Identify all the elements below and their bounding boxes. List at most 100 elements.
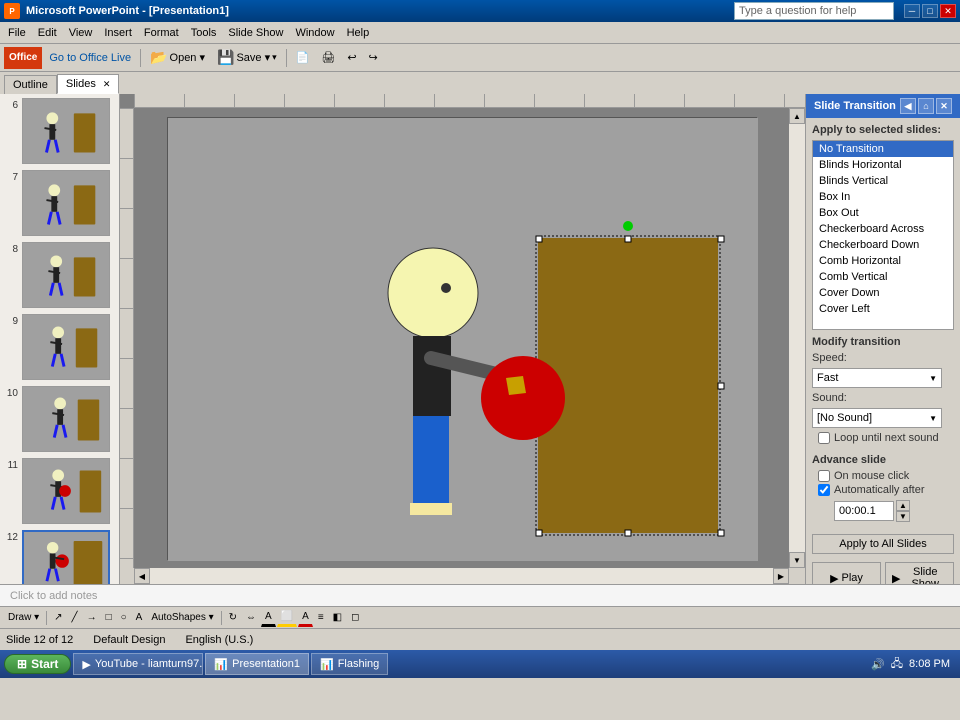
systray: 🔊 🖧 8:08 PM [865, 655, 956, 674]
scroll-up-button[interactable]: ▲ [789, 108, 805, 124]
shadow-icon[interactable]: ◧ [329, 609, 346, 627]
slide-thumb-12[interactable]: 12 [4, 530, 115, 584]
sound-value: [No Sound] [817, 412, 872, 424]
menu-edit[interactable]: Edit [32, 25, 63, 41]
transition-blinds-h[interactable]: Blinds Horizontal [813, 157, 953, 173]
transition-cover-down[interactable]: Cover Down [813, 285, 953, 301]
transition-box-out[interactable]: Box Out [813, 205, 953, 221]
advance-section: Advance slide On mouse click Automatical… [806, 450, 960, 530]
time-input[interactable]: 00:00.1 [834, 501, 894, 521]
tab-slides-label: Slides [66, 78, 96, 90]
vertical-scrollbar[interactable]: ▲ ▼ [789, 108, 805, 568]
volume-icon[interactable]: 🔊 [871, 658, 885, 671]
scroll-track-h[interactable] [150, 568, 773, 584]
youtube-icon: ▶ [82, 658, 90, 671]
scroll-left-button[interactable]: ◀ [134, 568, 150, 584]
arrow-icon[interactable]: ↗ [50, 609, 66, 627]
menu-slideshow[interactable]: Slide Show [222, 25, 289, 41]
apply-label: Apply to selected slides: [806, 118, 960, 138]
time-down-button[interactable]: ▼ [896, 511, 910, 522]
tab-close-icon[interactable]: ✕ [103, 79, 111, 89]
redo-button[interactable]: ↪ [364, 47, 383, 69]
slideshow-button[interactable]: ▶ Slide Show [885, 562, 954, 584]
new-button[interactable]: 📄 [291, 47, 315, 69]
flip-h-icon[interactable]: ⇔ [242, 609, 260, 627]
menu-window[interactable]: Window [289, 25, 340, 41]
auto-after-checkbox[interactable] [818, 484, 830, 496]
3d-icon[interactable]: ◻ [347, 609, 363, 627]
font-color-icon[interactable]: A [298, 609, 313, 627]
slide-panel: 6 7 [0, 94, 120, 584]
slide-info: Slide 12 of 12 [6, 634, 73, 646]
restore-button[interactable]: □ [922, 4, 938, 18]
transition-box-in[interactable]: Box In [813, 189, 953, 205]
minimize-button[interactable]: ─ [904, 4, 920, 18]
menu-help[interactable]: Help [341, 25, 376, 41]
scroll-track-v[interactable] [789, 124, 805, 552]
slide-thumb-8[interactable]: 8 [4, 242, 115, 308]
line-tool[interactable]: ╱ [68, 609, 82, 627]
speed-dropdown[interactable]: Fast ▼ [812, 368, 942, 388]
menu-view[interactable]: View [63, 25, 99, 41]
transition-checkerboard-down[interactable]: Checkerboard Down [813, 237, 953, 253]
close-button[interactable]: ✕ [940, 4, 956, 18]
print-button[interactable]: 🖨 [316, 47, 340, 69]
taskbar-youtube[interactable]: ▶ YouTube - liamturn97... [73, 653, 203, 675]
tab-slides[interactable]: Slides ✕ [57, 74, 120, 94]
rect-tool[interactable]: □ [102, 609, 116, 627]
textbox-tool[interactable]: A [132, 609, 147, 627]
transition-list[interactable]: No Transition Blinds Horizontal Blinds V… [812, 140, 954, 330]
transition-checkerboard-across[interactable]: Checkerboard Across [813, 221, 953, 237]
slide-thumb-6[interactable]: 6 [4, 98, 115, 164]
canvas-row: ▲ ▼ [120, 108, 805, 568]
loop-checkbox[interactable] [818, 432, 830, 444]
menu-insert[interactable]: Insert [98, 25, 138, 41]
menu-file[interactable]: File [2, 25, 32, 41]
autoshapes-button[interactable]: AutoShapes ▾ [147, 609, 217, 627]
menu-format[interactable]: Format [138, 25, 185, 41]
flashing-label: Flashing [338, 658, 380, 670]
slide-thumb-11[interactable]: 11 [4, 458, 115, 524]
transition-cover-left[interactable]: Cover Left [813, 301, 953, 317]
undo-button[interactable]: ↩ [342, 47, 361, 69]
scroll-right-button[interactable]: ▶ [773, 568, 789, 584]
office-live-button[interactable]: Go to Office Live [44, 47, 136, 69]
transition-blinds-v[interactable]: Blinds Vertical [813, 173, 953, 189]
fill-color-icon[interactable]: ⬜ [277, 609, 297, 627]
notes-bar[interactable]: Click to add notes [0, 584, 960, 606]
align-icon[interactable]: ≡ [314, 609, 328, 627]
start-button[interactable]: ⊞ Start [4, 654, 71, 674]
open-button[interactable]: 📂 Open ▾ [145, 47, 210, 69]
apply-all-button[interactable]: Apply to All Slides [812, 534, 954, 554]
auto-after-row: Automatically after [812, 484, 954, 496]
presentation-label: Presentation1 [232, 658, 300, 670]
mouse-click-checkbox[interactable] [818, 470, 830, 482]
transition-comb-v[interactable]: Comb Vertical [813, 269, 953, 285]
horizontal-scrollbar[interactable]: ◀ ▶ [120, 568, 805, 584]
play-button[interactable]: ▶ Play [812, 562, 881, 584]
panel-close-icon[interactable]: ✕ [936, 98, 952, 114]
slide-thumb-9[interactable]: 9 [4, 314, 115, 380]
oval-tool[interactable]: ○ [117, 609, 131, 627]
arrow-tool[interactable]: → [83, 609, 101, 627]
network-icon[interactable]: 🖧 [891, 655, 903, 674]
save-button[interactable]: 💾 Save ▾ ▾ [212, 47, 282, 69]
sound-dropdown[interactable]: [No Sound] ▼ [812, 408, 942, 428]
tab-outline[interactable]: Outline [4, 75, 57, 94]
time-up-button[interactable]: ▲ [896, 500, 910, 511]
panel-left-icon[interactable]: ◀ [900, 98, 916, 114]
taskbar-flashing[interactable]: 📊 Flashing [311, 653, 388, 675]
menu-tools[interactable]: Tools [185, 25, 223, 41]
draw-button[interactable]: Draw ▾ [4, 609, 43, 627]
help-input[interactable]: Type a question for help [739, 5, 856, 17]
rotate-icon[interactable]: ↻ [225, 609, 241, 627]
panel-home-icon[interactable]: ⌂ [918, 98, 934, 114]
line-color-icon[interactable]: A [261, 609, 276, 627]
taskbar-presentation[interactable]: 📊 Presentation1 [205, 653, 309, 675]
transition-no-transition[interactable]: No Transition [813, 141, 953, 157]
slide-canvas[interactable] [134, 108, 789, 568]
transition-comb-h[interactable]: Comb Horizontal [813, 253, 953, 269]
slide-thumb-7[interactable]: 7 [4, 170, 115, 236]
scroll-down-button[interactable]: ▼ [789, 552, 805, 568]
slide-thumb-10[interactable]: 10 [4, 386, 115, 452]
